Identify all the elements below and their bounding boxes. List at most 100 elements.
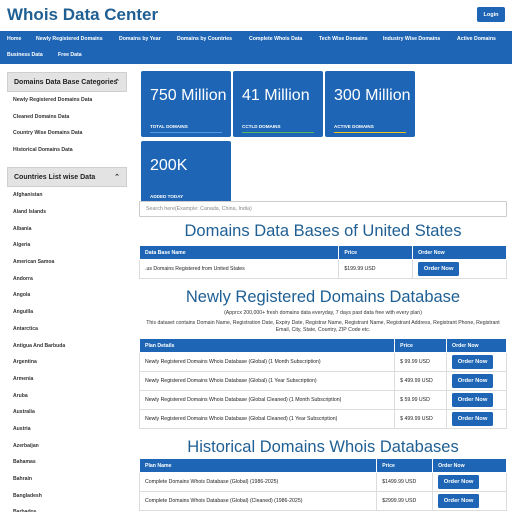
column-header: Order Now bbox=[446, 338, 507, 353]
order-now-button[interactable]: Order Now bbox=[418, 262, 460, 276]
plan-name: Newly Registered Domains Whois Database … bbox=[138, 352, 396, 372]
country-item[interactable]: Austria bbox=[7, 421, 127, 438]
us-section-title: Domains Data Bases of United States bbox=[184, 222, 462, 240]
plan-price: $ 499.99 USD bbox=[394, 409, 448, 429]
country-list: Afghanistan Aland Islands Albania Algeria Am… bbox=[7, 187, 127, 512]
nav-tech-wise[interactable]: Tech Wise Domains bbox=[319, 36, 368, 42]
plan-price: $ 59.99 USD bbox=[394, 390, 448, 410]
search-input[interactable]: Search here(Example: Canada, China, Indi… bbox=[139, 201, 507, 217]
table-row: Newly Registered Domains Whois Database … bbox=[138, 409, 507, 429]
categories-header[interactable]: Domains Data Base Categories ⌃ bbox=[7, 72, 127, 92]
plan-name: Complete Domains Whois Database (Global)… bbox=[138, 491, 378, 511]
stat-underline bbox=[242, 131, 314, 133]
table-row: Newly Registered Domains Whois Database … bbox=[138, 371, 507, 391]
newly-section-description: This dataset contains Domain Name, Regis… bbox=[146, 320, 500, 333]
stat-number: 200K bbox=[150, 157, 188, 174]
nav-active-domains[interactable]: Active Domains bbox=[457, 36, 496, 42]
stat-card-today: 200K ADDED TODAY bbox=[141, 141, 231, 207]
nav-domains-by-countries[interactable]: Domains by Countries bbox=[177, 36, 232, 42]
stat-card-total: 750 Million TOTAL DOMAINS bbox=[141, 71, 231, 137]
plan-price: $1499.99 USD bbox=[376, 472, 434, 492]
order-now-button[interactable]: Order Now bbox=[452, 355, 494, 369]
country-item[interactable]: Australia bbox=[7, 404, 127, 421]
table-header-row: Data Base Name Price Order Now bbox=[138, 245, 507, 260]
plan-price: $199.99 USD bbox=[338, 259, 414, 279]
country-item[interactable]: Andorra bbox=[7, 270, 127, 287]
country-item[interactable]: Antarctica bbox=[7, 321, 127, 338]
chevron-up-icon[interactable]: ⌃ bbox=[114, 78, 120, 86]
nav-home[interactable]: Home bbox=[7, 36, 21, 42]
country-item[interactable]: Armenia bbox=[7, 371, 127, 388]
countries-header[interactable]: Countries List wise Data ⌃ bbox=[7, 167, 127, 187]
column-header: Plan Name bbox=[138, 458, 378, 473]
column-header: Price bbox=[338, 245, 414, 260]
order-now-button[interactable]: Order Now bbox=[438, 475, 480, 489]
country-item[interactable]: Afghanistan bbox=[7, 187, 127, 204]
historical-table: Plan Name Price Order Now Complete Domai… bbox=[138, 458, 507, 511]
country-item[interactable]: Bahrain bbox=[7, 471, 127, 488]
column-header: Plan Details bbox=[138, 338, 396, 353]
category-item[interactable]: Historical Domains Data bbox=[7, 142, 127, 159]
countries-title: Countries List wise Data bbox=[14, 173, 96, 181]
stat-card-cctld: 41 Million CCTLD DOMAINS bbox=[233, 71, 323, 137]
country-item[interactable]: Argentina bbox=[7, 354, 127, 371]
stat-label: TOTAL DOMAINS bbox=[150, 124, 188, 129]
stat-number: 300 Million bbox=[334, 87, 411, 104]
stat-label: ADDED TODAY bbox=[150, 194, 184, 199]
categories-title: Domains Data Base Categories bbox=[14, 78, 118, 86]
country-item[interactable]: Albania bbox=[7, 220, 127, 237]
column-header: Price bbox=[394, 338, 448, 353]
table-row: Complete Domains Whois Database (Global)… bbox=[138, 491, 507, 511]
stat-card-active: 300 Million ACTIVE DOMAINS bbox=[325, 71, 415, 137]
category-item[interactable]: Cleaned Domains Data bbox=[7, 109, 127, 126]
nav-newly-registered[interactable]: Newly Registered Domains bbox=[36, 36, 103, 42]
plan-name: Newly Registered Domains Whois Database … bbox=[138, 409, 396, 429]
column-header: Order Now bbox=[432, 458, 507, 473]
column-header: Price bbox=[376, 458, 434, 473]
nav-complete-whois[interactable]: Complete Whois Data bbox=[249, 36, 302, 42]
newly-table: Plan Details Price Order Now Newly Regis… bbox=[138, 338, 507, 429]
plan-name: Newly Registered Domains Whois Database … bbox=[138, 390, 396, 410]
nav-domains-by-year[interactable]: Domains by Year bbox=[119, 36, 161, 42]
order-now-button[interactable]: Order Now bbox=[452, 393, 494, 407]
site-header: Whois Data Center Login bbox=[0, 0, 512, 31]
country-item[interactable]: Bahamas bbox=[7, 454, 127, 471]
country-item[interactable]: Aruba bbox=[7, 387, 127, 404]
country-item[interactable]: Anguilla bbox=[7, 304, 127, 321]
stat-underline bbox=[334, 131, 406, 133]
plan-name: .us Domains Registered from United State… bbox=[138, 259, 340, 279]
nav-free-data[interactable]: Free Data bbox=[58, 52, 82, 58]
stat-underline bbox=[150, 131, 222, 133]
country-item[interactable]: American Samoa bbox=[7, 254, 127, 271]
newly-section-title: Newly Registered Domains Database bbox=[185, 288, 461, 306]
stat-label: ACTIVE DOMAINS bbox=[334, 124, 374, 129]
country-item[interactable]: Antigua And Barbuda bbox=[7, 337, 127, 354]
stat-number: 41 Million bbox=[242, 87, 310, 104]
category-item[interactable]: Country Wise Domains Data bbox=[7, 125, 127, 142]
order-now-button[interactable]: Order Now bbox=[438, 494, 480, 508]
main-nav: Home Newly Registered Domains Domains by… bbox=[0, 31, 512, 64]
country-item[interactable]: Barbados bbox=[7, 504, 127, 512]
country-item[interactable]: Aland Islands bbox=[7, 204, 127, 221]
chevron-up-icon[interactable]: ⌃ bbox=[114, 173, 120, 181]
table-header-row: Plan Name Price Order Now bbox=[138, 458, 507, 473]
country-item[interactable]: Bangladesh bbox=[7, 487, 127, 504]
country-item[interactable]: Algeria bbox=[7, 237, 127, 254]
category-item[interactable]: Newly Registered Domains Data bbox=[7, 92, 127, 109]
order-now-button[interactable]: Order Now bbox=[452, 374, 494, 388]
table-row: Newly Registered Domains Whois Database … bbox=[138, 390, 507, 410]
order-now-button[interactable]: Order Now bbox=[452, 412, 494, 426]
nav-business-data[interactable]: Business Data bbox=[7, 52, 43, 58]
plan-price: $ 99.99 USD bbox=[394, 352, 448, 372]
stat-label: CCTLD DOMAINS bbox=[242, 124, 281, 129]
country-item[interactable]: Azerbaijan bbox=[7, 437, 127, 454]
table-row: .us Domains Registered from United State… bbox=[138, 259, 507, 279]
login-button[interactable]: Login bbox=[477, 7, 505, 22]
site-title[interactable]: Whois Data Center bbox=[7, 5, 158, 25]
country-item[interactable]: Angola bbox=[7, 287, 127, 304]
nav-industry-wise[interactable]: Industry Wise Domains bbox=[383, 36, 440, 42]
column-header: Order Now bbox=[412, 245, 507, 260]
table-header-row: Plan Details Price Order Now bbox=[138, 338, 507, 353]
plan-name: Complete Domains Whois Database (Global)… bbox=[138, 472, 378, 492]
historical-section-title: Historical Domains Whois Databases bbox=[187, 438, 459, 456]
